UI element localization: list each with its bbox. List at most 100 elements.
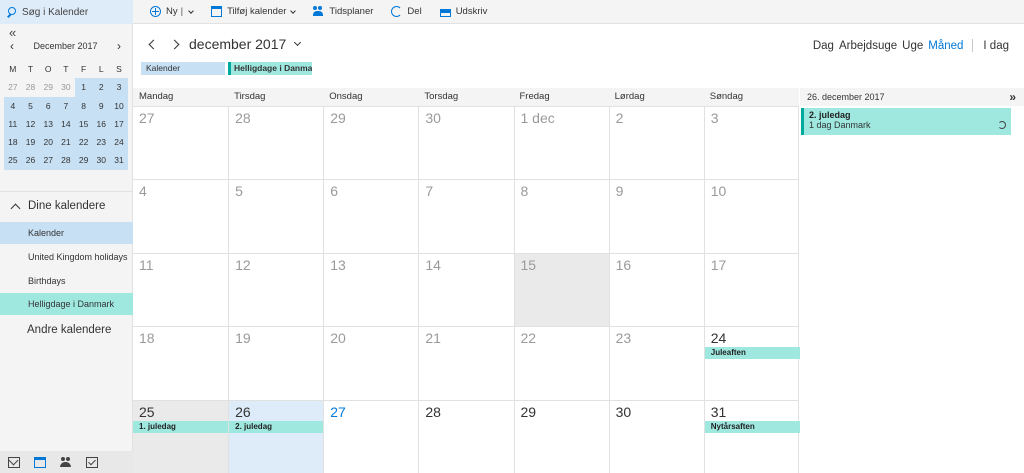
add-calendar-button[interactable]: Tilføj kalender bbox=[211, 6, 297, 17]
mini-day[interactable]: 14 bbox=[57, 114, 75, 134]
chevron-down-icon[interactable] bbox=[188, 7, 194, 14]
people-icon[interactable] bbox=[60, 456, 72, 468]
mini-day[interactable]: 30 bbox=[92, 151, 111, 170]
mini-day[interactable]: 29 bbox=[39, 78, 57, 96]
calendar-chip-helligdage[interactable]: Helligdage i Danmark bbox=[228, 62, 312, 75]
mini-day[interactable]: 23 bbox=[92, 133, 111, 152]
mini-day[interactable]: 7 bbox=[57, 96, 75, 115]
calendar-chip-kalender[interactable]: Kalender bbox=[141, 62, 225, 75]
share-button[interactable]: Del bbox=[391, 6, 422, 17]
event-1-juledag[interactable]: 1. juledag bbox=[133, 420, 228, 433]
day-cell[interactable]: 17 bbox=[703, 253, 799, 327]
previous-month-icon[interactable] bbox=[148, 39, 159, 49]
mini-day[interactable]: 31 bbox=[110, 151, 128, 170]
day-cell[interactable]: 14 bbox=[418, 253, 513, 327]
day-cell[interactable]: 8 bbox=[513, 180, 609, 253]
mini-day[interactable]: 1 bbox=[74, 78, 93, 97]
calendar-icon[interactable] bbox=[34, 456, 46, 468]
search-input[interactable]: Søg i Kalender bbox=[22, 7, 88, 18]
event-nytaarsaften[interactable]: Nytårsaften bbox=[704, 420, 800, 433]
day-cell[interactable]: 18 bbox=[133, 327, 228, 399]
event-juleaften[interactable]: Juleaften bbox=[704, 347, 800, 360]
mini-day[interactable]: 5 bbox=[21, 96, 40, 115]
day-cell[interactable]: 29 bbox=[513, 400, 609, 473]
print-button[interactable]: Udskriv bbox=[439, 6, 487, 17]
mini-day[interactable]: 9 bbox=[92, 96, 111, 115]
day-cell[interactable]: 13 bbox=[323, 253, 418, 327]
event-2-juledag[interactable]: 2. juledag bbox=[229, 420, 325, 433]
mini-day[interactable]: 3 bbox=[110, 78, 128, 97]
day-cell[interactable]: 30 bbox=[418, 107, 513, 180]
mini-day[interactable]: 22 bbox=[74, 133, 93, 152]
my-calendars-header[interactable]: Dine kalendere bbox=[10, 200, 105, 213]
collapse-sidebar-icon[interactable]: « bbox=[9, 26, 16, 39]
mini-day[interactable]: 17 bbox=[110, 114, 128, 134]
day-cell[interactable]: 7 bbox=[418, 180, 513, 253]
mini-day[interactable]: 29 bbox=[74, 151, 93, 170]
day-cell[interactable]: 24 Juleaften bbox=[703, 327, 800, 400]
day-cell[interactable]: 1 dec bbox=[513, 107, 609, 180]
day-cell[interactable]: 29 bbox=[323, 107, 418, 180]
day-cell[interactable]: 30 bbox=[608, 400, 704, 473]
day-cell[interactable]: 2 bbox=[608, 107, 704, 180]
mini-day[interactable]: 6 bbox=[39, 96, 58, 115]
day-cell[interactable]: 21 bbox=[418, 327, 513, 400]
sidebar-calendar-helligdage[interactable]: Helligdage i Danmark bbox=[0, 293, 133, 315]
schedules-button[interactable]: Tidsplaner bbox=[313, 6, 373, 17]
mini-day[interactable]: 21 bbox=[57, 133, 75, 152]
day-cell[interactable]: 19 bbox=[228, 327, 323, 400]
day-cell[interactable]: 3 bbox=[703, 107, 799, 180]
mini-day[interactable]: 28 bbox=[57, 151, 75, 170]
day-cell[interactable]: 12 bbox=[228, 253, 323, 327]
mini-day[interactable]: 4 bbox=[4, 96, 22, 115]
mini-day[interactable]: 15 bbox=[74, 114, 93, 134]
other-calendars-header[interactable]: Andre kalendere bbox=[27, 324, 111, 336]
day-cell-today[interactable]: 27 bbox=[323, 400, 418, 473]
mini-day[interactable]: 13 bbox=[39, 114, 58, 134]
mini-day[interactable]: 24 bbox=[110, 133, 128, 152]
day-cell[interactable]: 28 bbox=[228, 107, 323, 180]
day-cell[interactable]: 16 bbox=[608, 253, 704, 327]
mini-day[interactable]: 28 bbox=[22, 78, 40, 96]
view-week[interactable]: Uge bbox=[902, 40, 923, 52]
day-cell[interactable]: 11 bbox=[133, 254, 228, 326]
day-cell-selected[interactable]: 26 2. juledag bbox=[228, 400, 325, 473]
mini-next-month-icon[interactable]: › bbox=[117, 39, 121, 53]
chevron-down-icon[interactable] bbox=[294, 38, 302, 46]
mini-day[interactable]: 25 bbox=[4, 151, 22, 170]
day-cell[interactable]: 4 bbox=[133, 180, 228, 252]
view-month[interactable]: Måned bbox=[928, 40, 963, 52]
month-title[interactable]: december 2017 bbox=[189, 36, 286, 52]
mini-day[interactable]: 8 bbox=[74, 96, 93, 115]
day-cell[interactable]: 27 bbox=[133, 107, 228, 179]
day-cell[interactable]: 15 bbox=[513, 253, 609, 327]
day-cell[interactable]: 28 bbox=[418, 400, 513, 473]
day-cell[interactable]: 5 bbox=[228, 180, 323, 253]
search-box[interactable]: Søg i Kalender bbox=[0, 0, 133, 24]
day-cell[interactable]: 20 bbox=[323, 327, 418, 400]
mini-day[interactable]: 26 bbox=[21, 151, 40, 170]
day-cell[interactable]: 31 Nytårsaften bbox=[703, 400, 800, 473]
mini-day[interactable]: 16 bbox=[92, 114, 111, 134]
mini-day[interactable]: 10 bbox=[110, 96, 128, 115]
mini-day[interactable]: 27 bbox=[39, 151, 58, 170]
mini-day[interactable]: 27 bbox=[4, 78, 22, 96]
mail-icon[interactable] bbox=[8, 456, 20, 468]
day-cell[interactable]: 23 bbox=[608, 327, 704, 400]
next-month-icon[interactable] bbox=[169, 39, 180, 49]
day-cell[interactable]: 22 bbox=[513, 327, 609, 400]
mini-day[interactable]: 2 bbox=[92, 78, 111, 97]
day-cell[interactable]: 9 bbox=[608, 180, 704, 253]
mini-day[interactable]: 19 bbox=[21, 133, 40, 152]
today-button[interactable]: I dag bbox=[983, 40, 1009, 52]
sidebar-calendar-birthdays[interactable]: Birthdays bbox=[0, 270, 133, 292]
day-cell[interactable]: 10 bbox=[703, 180, 799, 253]
mini-prev-month-icon[interactable]: ‹ bbox=[10, 39, 14, 53]
day-cell[interactable]: 6 bbox=[323, 180, 418, 253]
view-day[interactable]: Dag bbox=[813, 40, 834, 52]
mini-day[interactable]: 18 bbox=[4, 133, 22, 152]
sidebar-calendar-kalender[interactable]: Kalender bbox=[0, 222, 133, 244]
tasks-icon[interactable] bbox=[86, 456, 98, 468]
agenda-event[interactable]: 2. juledag 1 dag Danmark bbox=[801, 108, 1011, 135]
mini-day[interactable]: 20 bbox=[39, 133, 58, 152]
